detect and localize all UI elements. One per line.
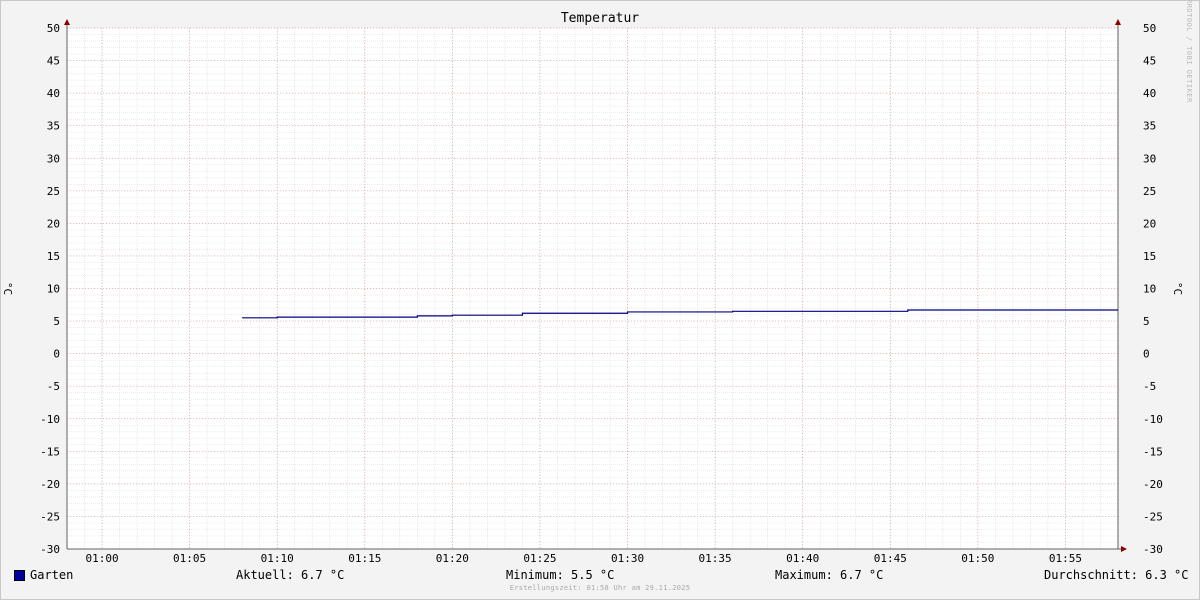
y-tick-label: 50 (1143, 22, 1156, 35)
y-tick-label: 40 (47, 87, 60, 100)
x-tick-label: 01:30 (611, 552, 644, 565)
watermark-text: RRDTOOL / TOBI OETIKER (1185, 0, 1193, 103)
y-axis-label-right: °C (1171, 281, 1185, 296)
y-tick-labels-left: 50454035302520151050-5-10-15-20-25-30 (40, 22, 60, 556)
x-tick-labels: 01:00 01:05 01:10 01:15 01:20 01:25 01:30 01:35… (85, 552, 1082, 565)
y-tick-label: -10 (40, 413, 60, 426)
x-tick-label: 01:35 (699, 552, 732, 565)
y-tick-label: -15 (40, 445, 60, 458)
x-tick-label: 01:50 (961, 552, 994, 565)
y-tick-label: 30 (47, 152, 60, 165)
y-axis-label-left: °C (1, 281, 15, 296)
legend-series-name: Garten (30, 568, 74, 582)
y-tick-label: 40 (1143, 87, 1156, 100)
x-tick-label: 01:10 (261, 552, 294, 565)
x-tick-label: 01:55 (1049, 552, 1082, 565)
y-tick-label: -25 (1143, 510, 1163, 523)
x-tick-label: 01:40 (786, 552, 819, 565)
x-tick-label: 01:05 (173, 552, 206, 565)
y-tick-label: 0 (1143, 348, 1150, 361)
legend-maximum: Maximum: 6.7 °C (775, 568, 884, 582)
footer-timestamp: Erstellungszeit: 01:58 Uhr am 29.11.2025 (509, 584, 691, 592)
y-tick-label: 25 (47, 185, 60, 198)
y-tick-label: 10 (47, 283, 60, 296)
y-axis-arrow-left (64, 19, 70, 25)
y-tick-label: 20 (47, 217, 60, 230)
y-tick-label: -30 (1143, 543, 1163, 556)
legend-swatch (14, 570, 25, 581)
x-axis-arrow (1121, 546, 1127, 552)
y-tick-label: 35 (1143, 120, 1156, 133)
y-tick-label: 5 (53, 315, 60, 328)
y-tick-label: 20 (1143, 217, 1156, 230)
x-tick-label: 01:15 (348, 552, 381, 565)
y-tick-label: -5 (47, 380, 60, 393)
x-tick-label: 01:25 (523, 552, 556, 565)
x-tick-label: 01:20 (436, 552, 469, 565)
y-tick-label: 0 (53, 348, 60, 361)
y-tick-label: 35 (47, 120, 60, 133)
y-tick-label: 45 (1143, 55, 1156, 68)
chart-plot: 50454035302520151050-5-10-15-20-25-30 50… (40, 19, 1163, 565)
y-tick-label: -15 (1143, 445, 1163, 458)
y-tick-label: 45 (47, 55, 60, 68)
x-tick-label: 01:00 (85, 552, 118, 565)
y-tick-label: -20 (40, 478, 60, 491)
y-tick-label: -20 (1143, 478, 1163, 491)
y-tick-label: -5 (1143, 380, 1156, 393)
y-tick-label: 5 (1143, 315, 1150, 328)
y-tick-label: -10 (1143, 413, 1163, 426)
y-tick-label: 30 (1143, 152, 1156, 165)
y-axis-arrow-right (1115, 19, 1121, 25)
y-tick-label: 50 (47, 22, 60, 35)
y-tick-label: -25 (40, 510, 60, 523)
legend-current: Aktuell: 6.7 °C (236, 568, 345, 582)
y-tick-label: 15 (1143, 250, 1156, 263)
legend-average: Durchschnitt: 6.3 °C (1044, 568, 1189, 582)
x-tick-label: 01:45 (874, 552, 907, 565)
y-tick-label: 10 (1143, 283, 1156, 296)
y-tick-label: -30 (40, 543, 60, 556)
y-tick-label: 25 (1143, 185, 1156, 198)
y-tick-labels-right: 50454035302520151050-5-10-15-20-25-30 (1143, 22, 1163, 556)
legend-minimum: Minimum: 5.5 °C (506, 568, 615, 582)
y-tick-label: 15 (47, 250, 60, 263)
